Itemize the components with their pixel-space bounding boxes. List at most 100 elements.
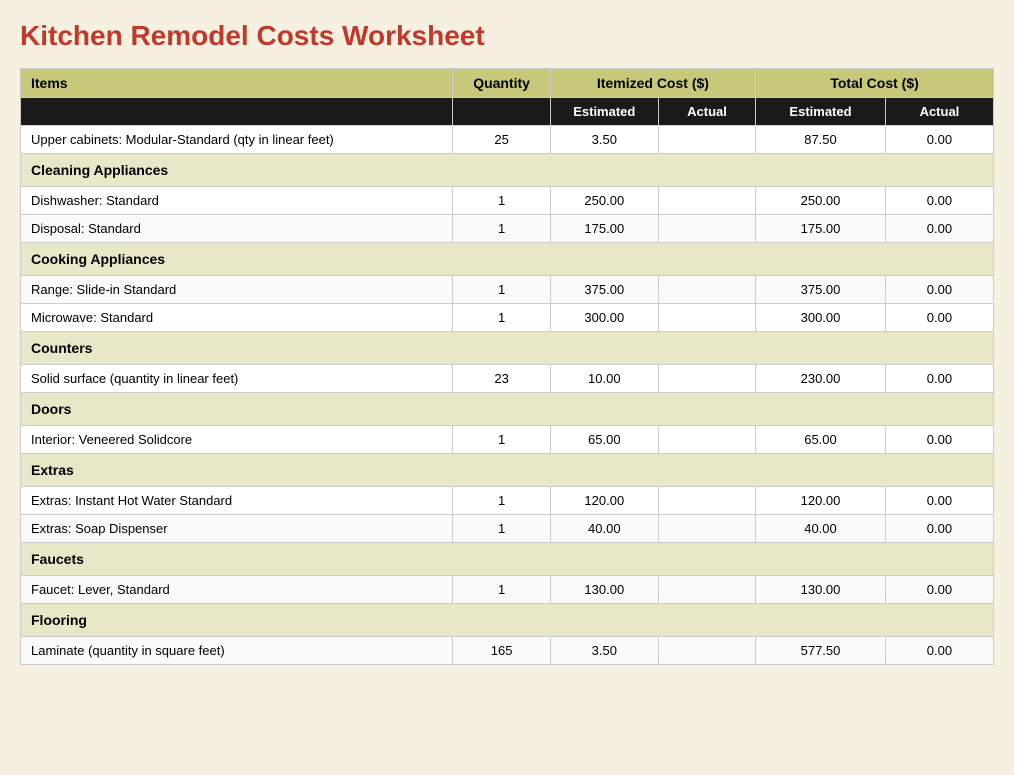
category-row: Faucets xyxy=(21,543,994,576)
est-cell: 3.50 xyxy=(550,637,658,665)
total-actual-cell: 0.00 xyxy=(885,276,993,304)
qty-cell: 25 xyxy=(453,126,550,154)
item-cell: Upper cabinets: Modular-Standard (qty in… xyxy=(21,126,453,154)
qty-cell: 23 xyxy=(453,365,550,393)
sub-header-actual: Actual xyxy=(658,98,755,126)
page-title: Kitchen Remodel Costs Worksheet xyxy=(20,20,994,52)
total-est-cell: 120.00 xyxy=(756,487,886,515)
qty-cell: 1 xyxy=(453,487,550,515)
qty-cell: 1 xyxy=(453,515,550,543)
total-est-cell: 375.00 xyxy=(756,276,886,304)
category-label: Extras xyxy=(21,454,994,487)
sub-header-total-estimated: Estimated xyxy=(756,98,886,126)
category-label: Faucets xyxy=(21,543,994,576)
category-label: Counters xyxy=(21,332,994,365)
item-cell: Dishwasher: Standard xyxy=(21,187,453,215)
est-cell: 120.00 xyxy=(550,487,658,515)
item-cell: Disposal: Standard xyxy=(21,215,453,243)
est-cell: 300.00 xyxy=(550,304,658,332)
worksheet-table: Items Quantity Itemized Cost ($) Total C… xyxy=(20,68,994,665)
actual-cell xyxy=(658,487,755,515)
table-header-main: Items Quantity Itemized Cost ($) Total C… xyxy=(21,69,994,98)
table-row: Disposal: Standard1175.00175.000.00 xyxy=(21,215,994,243)
sub-header-total-actual: Actual xyxy=(885,98,993,126)
total-actual-cell: 0.00 xyxy=(885,487,993,515)
total-est-cell: 40.00 xyxy=(756,515,886,543)
category-row: Counters xyxy=(21,332,994,365)
col-header-itemized: Itemized Cost ($) xyxy=(550,69,755,98)
est-cell: 65.00 xyxy=(550,426,658,454)
total-est-cell: 230.00 xyxy=(756,365,886,393)
table-row: Range: Slide-in Standard1375.00375.000.0… xyxy=(21,276,994,304)
table-body: Upper cabinets: Modular-Standard (qty in… xyxy=(21,126,994,665)
qty-cell: 1 xyxy=(453,187,550,215)
total-actual-cell: 0.00 xyxy=(885,215,993,243)
total-est-cell: 130.00 xyxy=(756,576,886,604)
actual-cell xyxy=(658,276,755,304)
item-cell: Faucet: Lever, Standard xyxy=(21,576,453,604)
table-row: Laminate (quantity in square feet)1653.5… xyxy=(21,637,994,665)
col-header-items: Items xyxy=(21,69,453,98)
category-label: Flooring xyxy=(21,604,994,637)
qty-cell: 1 xyxy=(453,426,550,454)
est-cell: 40.00 xyxy=(550,515,658,543)
item-cell: Interior: Veneered Solidcore xyxy=(21,426,453,454)
qty-cell: 165 xyxy=(453,637,550,665)
qty-cell: 1 xyxy=(453,276,550,304)
item-cell: Range: Slide-in Standard xyxy=(21,276,453,304)
total-actual-cell: 0.00 xyxy=(885,426,993,454)
total-actual-cell: 0.00 xyxy=(885,576,993,604)
item-cell: Extras: Soap Dispenser xyxy=(21,515,453,543)
table-row: Extras: Instant Hot Water Standard1120.0… xyxy=(21,487,994,515)
total-actual-cell: 0.00 xyxy=(885,187,993,215)
sub-header-items xyxy=(21,98,453,126)
est-cell: 175.00 xyxy=(550,215,658,243)
table-row: Solid surface (quantity in linear feet)2… xyxy=(21,365,994,393)
est-cell: 250.00 xyxy=(550,187,658,215)
table-row: Microwave: Standard1300.00300.000.00 xyxy=(21,304,994,332)
total-actual-cell: 0.00 xyxy=(885,126,993,154)
total-actual-cell: 0.00 xyxy=(885,637,993,665)
table-row: Interior: Veneered Solidcore165.0065.000… xyxy=(21,426,994,454)
actual-cell xyxy=(658,215,755,243)
total-est-cell: 87.50 xyxy=(756,126,886,154)
actual-cell xyxy=(658,187,755,215)
item-cell: Solid surface (quantity in linear feet) xyxy=(21,365,453,393)
actual-cell xyxy=(658,304,755,332)
category-row: Doors xyxy=(21,393,994,426)
qty-cell: 1 xyxy=(453,576,550,604)
est-cell: 3.50 xyxy=(550,126,658,154)
item-cell: Microwave: Standard xyxy=(21,304,453,332)
category-row: Extras xyxy=(21,454,994,487)
total-est-cell: 250.00 xyxy=(756,187,886,215)
category-label: Cooking Appliances xyxy=(21,243,994,276)
total-actual-cell: 0.00 xyxy=(885,515,993,543)
actual-cell xyxy=(658,576,755,604)
category-label: Doors xyxy=(21,393,994,426)
total-est-cell: 300.00 xyxy=(756,304,886,332)
sub-header-qty xyxy=(453,98,550,126)
actual-cell xyxy=(658,365,755,393)
qty-cell: 1 xyxy=(453,215,550,243)
table-row: Extras: Soap Dispenser140.0040.000.00 xyxy=(21,515,994,543)
col-header-totalcost: Total Cost ($) xyxy=(756,69,994,98)
category-row: Cleaning Appliances xyxy=(21,154,994,187)
total-est-cell: 175.00 xyxy=(756,215,886,243)
item-cell: Laminate (quantity in square feet) xyxy=(21,637,453,665)
table-row: Faucet: Lever, Standard1130.00130.000.00 xyxy=(21,576,994,604)
sub-header-estimated: Estimated xyxy=(550,98,658,126)
table-row: Upper cabinets: Modular-Standard (qty in… xyxy=(21,126,994,154)
category-row: Cooking Appliances xyxy=(21,243,994,276)
actual-cell xyxy=(658,637,755,665)
col-header-quantity: Quantity xyxy=(453,69,550,98)
est-cell: 10.00 xyxy=(550,365,658,393)
qty-cell: 1 xyxy=(453,304,550,332)
actual-cell xyxy=(658,515,755,543)
table-row: Dishwasher: Standard1250.00250.000.00 xyxy=(21,187,994,215)
category-label: Cleaning Appliances xyxy=(21,154,994,187)
est-cell: 375.00 xyxy=(550,276,658,304)
category-row: Flooring xyxy=(21,604,994,637)
est-cell: 130.00 xyxy=(550,576,658,604)
total-est-cell: 65.00 xyxy=(756,426,886,454)
actual-cell xyxy=(658,126,755,154)
